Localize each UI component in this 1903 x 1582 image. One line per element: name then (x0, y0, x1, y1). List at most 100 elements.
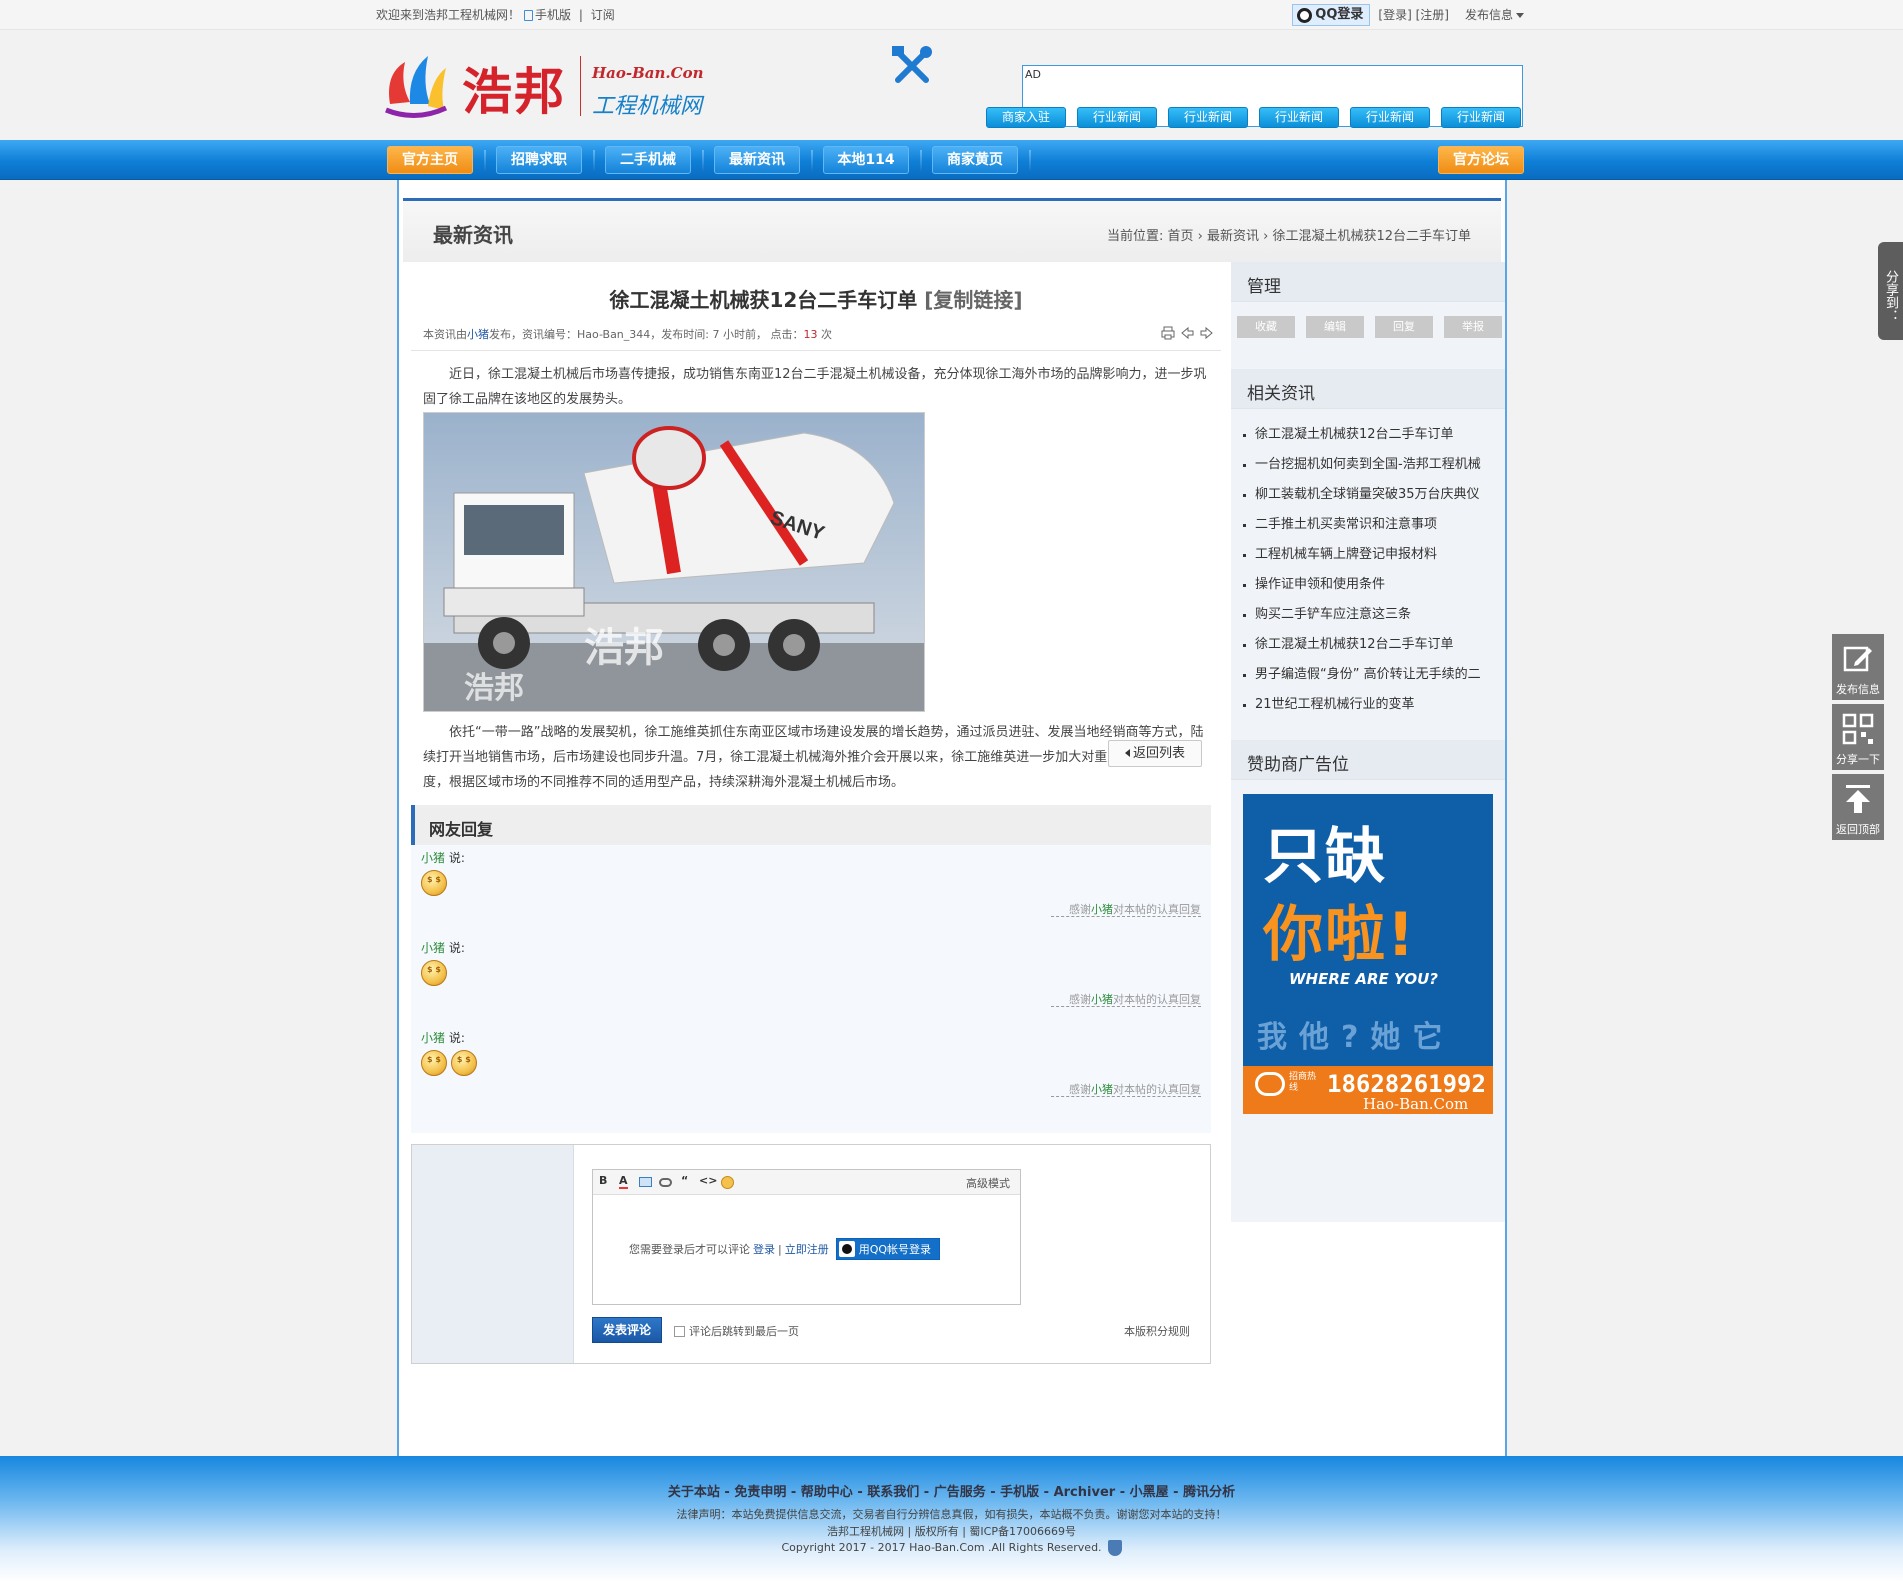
footer-links[interactable]: 关于本站 - 免责申明 - 帮助中心 - 联系我们 - 广告服务 - 手机版 -… (0, 1481, 1903, 1500)
share-tab[interactable]: 分享到： (1878, 242, 1903, 340)
nav-item-used-machinery[interactable]: 二手机械 (605, 146, 691, 174)
float-publish-button[interactable]: 发布信息 (1832, 634, 1884, 700)
related-item[interactable]: 一台挖掘机如何卖到全国-浩邦工程机械 (1241, 450, 1501, 480)
sidebar: 管理 收藏 编辑 回复 举报 相关资讯 徐工混凝土机械获12台二手车订单 一台挖… (1231, 262, 1505, 1222)
top-bar-right: QQ登录 [登录] [注册] 发布信息 (1292, 0, 1524, 30)
reply-thanks: 感谢小猪对本帖的认真回复 (1069, 993, 1201, 1006)
comment-login-link[interactable]: 登录 (753, 1241, 775, 1257)
favorite-button[interactable]: 收藏 (1237, 316, 1295, 338)
industry-news-button[interactable]: 行业新闻 (1441, 107, 1521, 128)
quote-icon[interactable]: “ (681, 1174, 688, 1187)
publish-menu[interactable]: 发布信息 (1465, 0, 1524, 30)
related-item[interactable]: 徐工混凝土机械获12台二手车订单 (1241, 420, 1501, 450)
industry-news-button[interactable]: 行业新闻 (1168, 107, 1248, 128)
emoji-icon[interactable] (721, 1176, 734, 1189)
back-to-top-button[interactable]: 返回顶部 (1832, 774, 1884, 840)
article-paragraph: 依托“一带一路”战略的发展契机，徐工施维英抓住东南亚区域市场建设发展的增长趋势，… (423, 725, 1204, 790)
prev-arrow-icon[interactable] (1181, 326, 1194, 340)
image-icon[interactable] (639, 1177, 652, 1187)
link-icon[interactable] (659, 1178, 672, 1187)
mobile-link[interactable]: 手机版 (535, 8, 571, 22)
smiley-icon (421, 960, 447, 986)
site-logo[interactable]: 浩邦 Hao-Ban.Con 工程机械网 (380, 44, 720, 134)
replies-title: 网友回复 (429, 820, 494, 839)
report-button[interactable]: 举报 (1444, 316, 1502, 338)
divider (1051, 916, 1201, 917)
back-label: 返回列表 (1132, 746, 1185, 761)
nav-item-jobs[interactable]: 招聘求职 (496, 146, 582, 174)
nav-separator (593, 150, 595, 172)
hotline-label: 招商热线 (1289, 1072, 1317, 1093)
manage-header: 管理 (1231, 262, 1505, 302)
sponsor-ad[interactable]: 只缺 你啦! WHERE ARE YOU? 我他?她它 招商热线 1862826… (1243, 794, 1493, 1114)
qq-icon (1297, 7, 1313, 23)
print-icon[interactable] (1161, 326, 1175, 340)
text-color-icon[interactable]: A (619, 1174, 628, 1189)
login-link[interactable]: [登录] (1378, 8, 1411, 22)
comment-editor[interactable]: B A “ <> 高级模式 您需要登录后才可以评论 登录 | 立即注册 用QQ帐… (592, 1169, 1021, 1305)
thanks-user[interactable]: 小猪 (1091, 993, 1113, 1006)
mobile-icon (524, 10, 534, 21)
header: 浩邦 Hao-Ban.Con 工程机械网 AD (0, 30, 1903, 140)
edit-icon (1843, 646, 1872, 672)
industry-news-button[interactable]: 行业新闻 (1077, 107, 1157, 128)
author-link[interactable]: 小猪 (467, 328, 489, 341)
nav-item-local-114[interactable]: 本地114 (823, 146, 909, 174)
points-rules-link[interactable]: 本版积分规则 (1124, 1323, 1190, 1339)
header-buttons: 商家入驻 行业新闻 行业新闻 行业新闻 行业新闻 行业新闻 (986, 107, 1521, 128)
back-to-list-button[interactable]: 返回列表 (1108, 740, 1202, 767)
qq-login-button[interactable]: QQ登录 (1292, 4, 1371, 26)
reply-thanks: 感谢小猪对本帖的认真回复 (1069, 1083, 1201, 1096)
logo-subtitle: 工程机械网 (592, 94, 703, 119)
related-item[interactable]: 21世纪工程机械行业的变革 (1241, 690, 1501, 720)
related-item[interactable]: 购买二手铲车应注意这三条 (1241, 600, 1501, 630)
industry-news-button[interactable]: 行业新闻 (1259, 107, 1339, 128)
sponsor-line-1: 只缺 (1263, 822, 1387, 892)
reply-thanks: 感谢小猪对本帖的认真回复 (1069, 903, 1201, 916)
sponsor-header: 赞助商广告位 (1231, 740, 1505, 780)
breadcrumb: 当前位置: 首页 › 最新资讯 › 徐工混凝土机械获12台二手车订单 (1107, 229, 1471, 244)
comment-register-link[interactable]: 立即注册 (785, 1241, 829, 1257)
hotline-number: 18628261992 (1327, 1070, 1486, 1098)
jump-last-page-checkbox[interactable]: 评论后跳转到最后一页 (674, 1323, 799, 1339)
edit-button[interactable]: 编辑 (1306, 316, 1364, 338)
qq-account-login-button[interactable]: 用QQ帐号登录 (835, 1238, 941, 1260)
submit-comment-button[interactable]: 发表评论 (592, 1317, 662, 1343)
nav-item-news[interactable]: 最新资讯 (714, 146, 800, 174)
copy-link-button[interactable]: [复制链接] (924, 288, 1022, 312)
meta-prefix: 本资讯由 (423, 328, 467, 341)
checkbox-icon[interactable] (674, 1325, 685, 1337)
manage-buttons: 收藏 编辑 回复 举报 (1237, 316, 1502, 338)
article-tools (1161, 326, 1213, 340)
reply-user[interactable]: 小猪 (421, 1031, 445, 1045)
sponsor-where: WHERE ARE YOU? (1289, 970, 1438, 988)
related-item[interactable]: 操作证申领和使用条件 (1241, 570, 1501, 600)
nav-separator (484, 150, 486, 172)
reply-user[interactable]: 小猪 (421, 851, 445, 865)
nav-item-yellow-pages[interactable]: 商家黄页 (932, 146, 1018, 174)
advanced-mode-link[interactable]: 高级模式 (966, 1175, 1010, 1191)
register-link[interactable]: [注册] (1416, 8, 1449, 22)
footer-disclaimer: 法律声明：本站免费提供信息交流，交易者自行分辨信息真假，如有损失，本站概不负责。… (676, 1508, 1227, 1521)
related-item[interactable]: 徐工混凝土机械获12台二手车订单 (1241, 630, 1501, 660)
nav-item-home[interactable]: 官方主页 (387, 146, 473, 174)
merchant-join-button[interactable]: 商家入驻 (986, 107, 1066, 128)
thanks-user[interactable]: 小猪 (1091, 1083, 1113, 1096)
reply-button[interactable]: 回复 (1375, 316, 1433, 338)
float-share-button[interactable]: 分享一下 (1832, 704, 1884, 770)
reply-user[interactable]: 小猪 (421, 941, 445, 955)
next-arrow-icon[interactable] (1200, 326, 1213, 340)
nav-item-forum[interactable]: 官方论坛 (1438, 146, 1524, 174)
related-item[interactable]: 工程机械车辆上牌登记申报材料 (1241, 540, 1501, 570)
related-item[interactable]: 二手推土机买卖常识和注意事项 (1241, 510, 1501, 540)
thanks-user[interactable]: 小猪 (1091, 903, 1113, 916)
related-item[interactable]: 男子编造假“身份” 高价转让无手续的二 (1241, 660, 1501, 690)
bold-icon[interactable]: B (599, 1174, 607, 1187)
logo-english: Hao-Ban.Con (592, 64, 704, 82)
footer-rights: 浩邦工程机械网 | 版权所有 | 蜀ICP备17006669号 (827, 1525, 1076, 1538)
code-icon[interactable]: <> (699, 1174, 717, 1187)
subscribe-link[interactable]: 订阅 (591, 8, 615, 22)
related-item[interactable]: 柳工装载机全球销量突破35万台庆典仪 (1241, 480, 1501, 510)
editor-toolbar: B A “ <> 高级模式 (593, 1170, 1020, 1195)
industry-news-button[interactable]: 行业新闻 (1350, 107, 1430, 128)
